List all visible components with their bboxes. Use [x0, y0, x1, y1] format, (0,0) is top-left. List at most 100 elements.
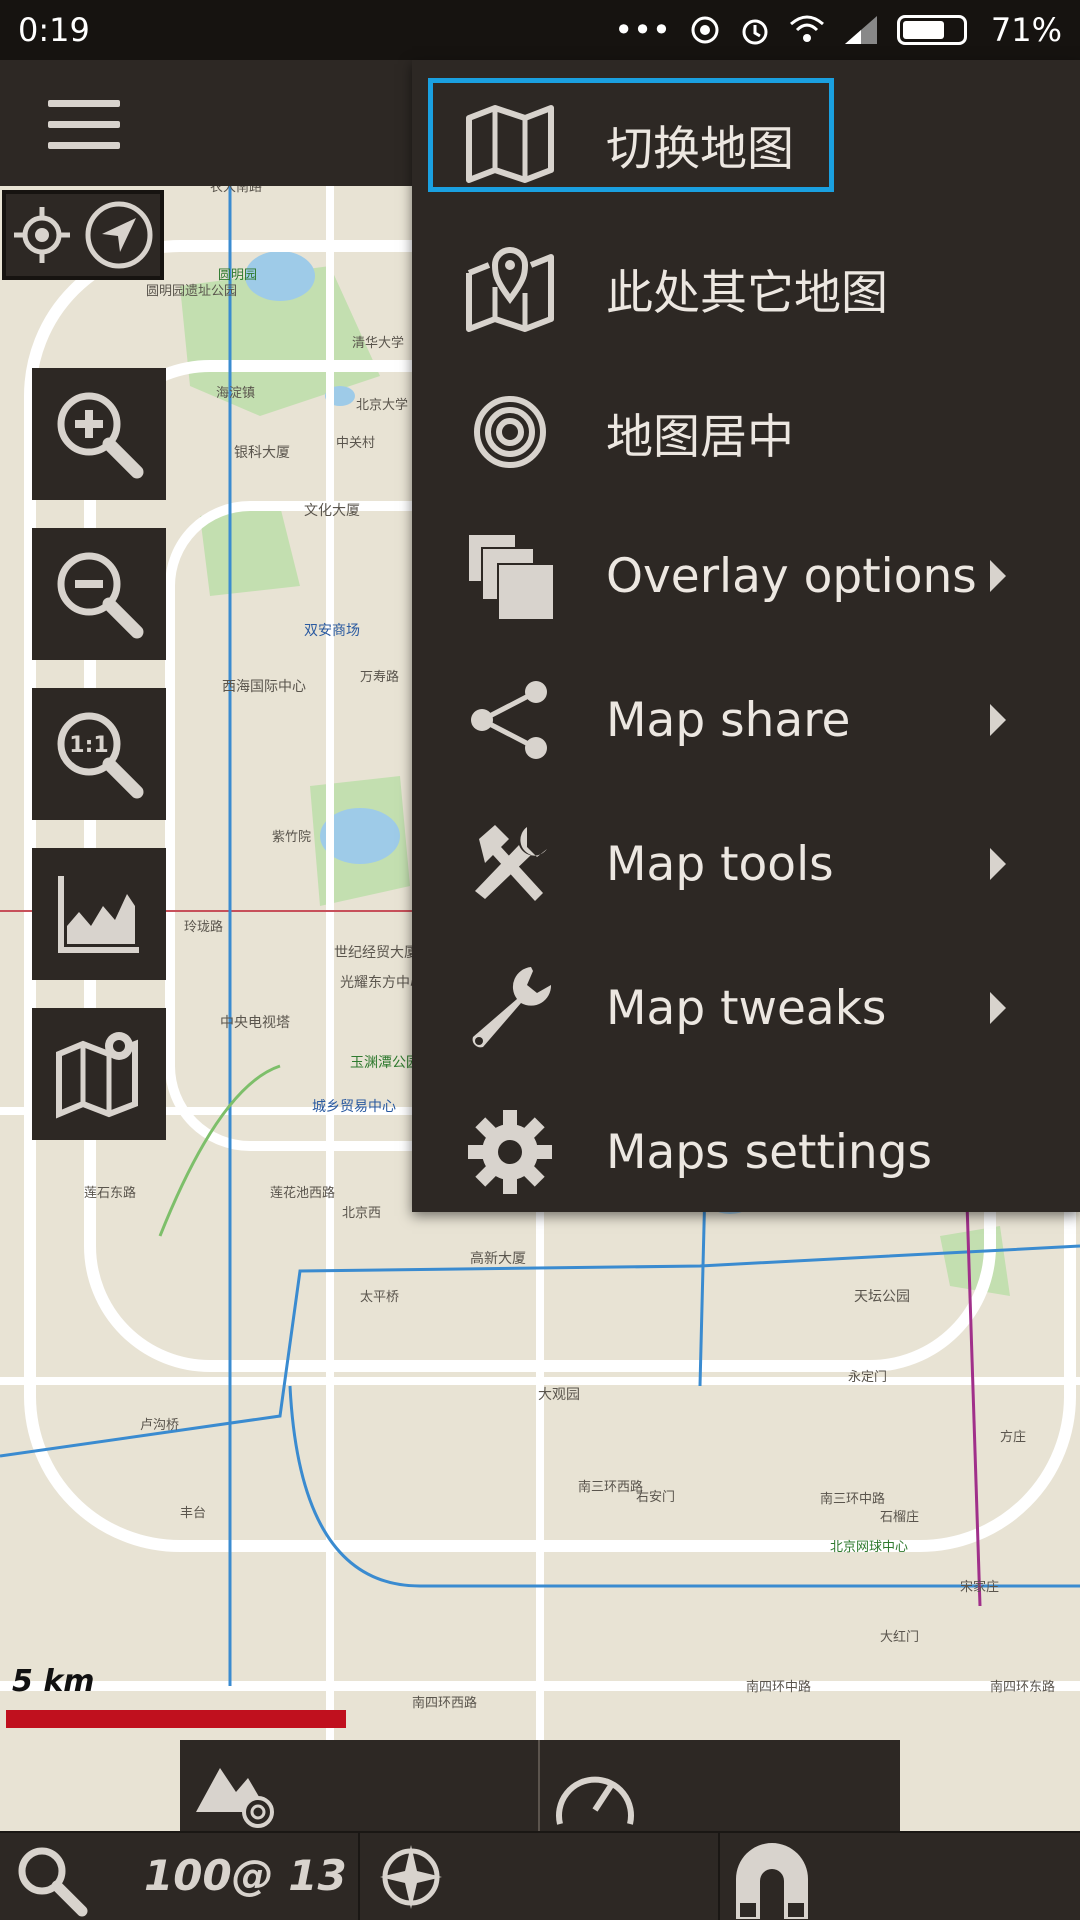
more-dots-icon: ••• [614, 11, 671, 49]
map-label: 世纪经贸大厦 [334, 945, 418, 961]
map-label: 南四环中路 [746, 1680, 812, 1695]
map-label: 圆明园遗址公园 [146, 284, 238, 299]
map-label: 莲花池西路 [270, 1186, 336, 1201]
submenu-arrow-icon [990, 560, 1006, 592]
map-label: 玲珑路 [184, 920, 224, 935]
scale-bar [6, 1710, 346, 1728]
submenu-arrow-icon [990, 992, 1006, 1024]
menu-item-label: Map share [606, 692, 851, 748]
map-label: 农大南路 [210, 186, 263, 195]
map-label: 莲石东路 [84, 1186, 137, 1201]
map-label: 城乡贸易中心 [312, 1099, 396, 1115]
map-label: 银科大厦 [234, 445, 290, 461]
map-label: 卢沟桥 [140, 1418, 180, 1433]
menu-item-center-map[interactable]: 地图居中 [412, 360, 1080, 504]
menu-item-label: Maps settings [606, 1124, 933, 1180]
submenu-arrow-icon [990, 704, 1006, 736]
status-bar: 0:19 ••• 71% [0, 0, 1080, 60]
map-label: 右安门 [636, 1490, 676, 1505]
layers-icon [462, 528, 558, 624]
map-label: 南三环西路 [578, 1480, 644, 1495]
zoom-in-button[interactable] [32, 368, 166, 500]
map-label: 中关村 [336, 436, 376, 451]
share-icon [462, 672, 558, 768]
map-label: 北京大学 [356, 398, 409, 413]
bottom-divider [358, 1833, 360, 1920]
map-label: 南三环中路 [820, 1492, 886, 1507]
status-icons: ••• 71% [614, 11, 1062, 49]
menu-item-label: 此处其它地图 [606, 265, 888, 321]
terrain-icon[interactable] [192, 1750, 282, 1830]
map-label: 海淀镇 [216, 386, 256, 401]
map-icon [462, 96, 558, 192]
menu-item-map-share[interactable]: Map share [412, 648, 1080, 792]
signal-icon [844, 16, 877, 44]
map-label: 永定门 [848, 1370, 888, 1385]
menu-item-label: Map tweaks [606, 980, 887, 1036]
map-label: 大红门 [880, 1630, 920, 1645]
battery-percent: 71% [990, 11, 1062, 49]
gps-locate-icon[interactable] [12, 205, 72, 265]
map-label: 南四环东路 [990, 1680, 1056, 1695]
status-time: 0:19 [18, 11, 90, 49]
scale-label: 5 km [12, 1664, 95, 1699]
bottom-info-panel [180, 1740, 900, 1832]
elevation-chart-button[interactable] [32, 848, 166, 980]
chart-icon [58, 876, 139, 953]
map-options-menu: 切换地图 此处其它地图 地图居中 Overlay options Map sha… [412, 60, 1080, 1212]
map-label: 大观园 [538, 1387, 580, 1403]
zoom-out-button[interactable] [32, 528, 166, 660]
gear-icon [462, 1104, 558, 1200]
map-label: 高新大厦 [470, 1251, 526, 1267]
menu-item-other-maps-here[interactable]: 此处其它地图 [412, 216, 1080, 360]
tools-icon [462, 816, 558, 912]
map-label: 中央电视塔 [220, 1015, 290, 1031]
bottom-bar: 100@ 13 [0, 1831, 1080, 1920]
map-label: 宋家庄 [960, 1580, 1000, 1595]
wrench-icon [462, 960, 558, 1056]
map-pin-icon [56, 1032, 138, 1119]
map-label: 北京西 [342, 1206, 382, 1221]
map-label: 紫竹院 [272, 830, 312, 845]
menu-item-map-tools[interactable]: Map tools [412, 792, 1080, 936]
zoom-reset-button[interactable]: 1:1 [32, 688, 166, 820]
svg-text:1:1: 1:1 [69, 733, 108, 758]
zoom-level-readout[interactable]: 100@ 13 [144, 1851, 347, 1900]
map-label: 南四环西路 [412, 1696, 478, 1711]
map-label: 文化大厦 [304, 503, 360, 519]
menu-item-maps-settings[interactable]: Maps settings [412, 1080, 1080, 1224]
menu-item-switch-map[interactable]: 切换地图 [412, 72, 1080, 216]
hotspot-icon [691, 16, 719, 44]
map-label: 清华大学 [352, 336, 405, 351]
compass-icon[interactable] [376, 1841, 446, 1913]
menu-item-label: Overlay options [606, 548, 977, 604]
map-label: 玉渊潭公园 [350, 1055, 420, 1071]
zoom-one-to-one-icon: 1:1 [57, 712, 144, 799]
navigation-arrow-icon[interactable] [84, 200, 154, 270]
menu-item-overlay-options[interactable]: Overlay options [412, 504, 1080, 648]
map-label: 西海国际中心 [222, 679, 306, 695]
search-icon[interactable] [12, 1841, 92, 1917]
map-pin-button[interactable] [32, 1008, 166, 1140]
magnet-icon[interactable] [730, 1839, 814, 1920]
battery-icon [896, 15, 967, 45]
zoom-out-icon [57, 552, 144, 639]
panel-divider [538, 1740, 540, 1832]
bottom-divider [718, 1833, 720, 1920]
zoom-in-icon [57, 392, 144, 479]
menu-item-label: Map tools [606, 836, 834, 892]
map-label: 万寿路 [360, 670, 400, 685]
menu-item-label: 地图居中 [606, 409, 794, 465]
map-label: 丰台 [180, 1506, 207, 1521]
target-icon [462, 384, 558, 480]
speedometer-icon[interactable] [550, 1754, 640, 1832]
menu-item-label: 切换地图 [606, 121, 794, 177]
map-label: 北京网球中心 [830, 1540, 909, 1555]
gps-controls [2, 190, 164, 280]
submenu-arrow-icon [990, 848, 1006, 880]
map-pin-icon [462, 240, 558, 336]
map-label: 石榴庄 [880, 1510, 920, 1525]
menu-item-map-tweaks[interactable]: Map tweaks [412, 936, 1080, 1080]
map-label: 天坛公园 [854, 1289, 910, 1305]
hamburger-menu-icon[interactable] [48, 100, 120, 152]
